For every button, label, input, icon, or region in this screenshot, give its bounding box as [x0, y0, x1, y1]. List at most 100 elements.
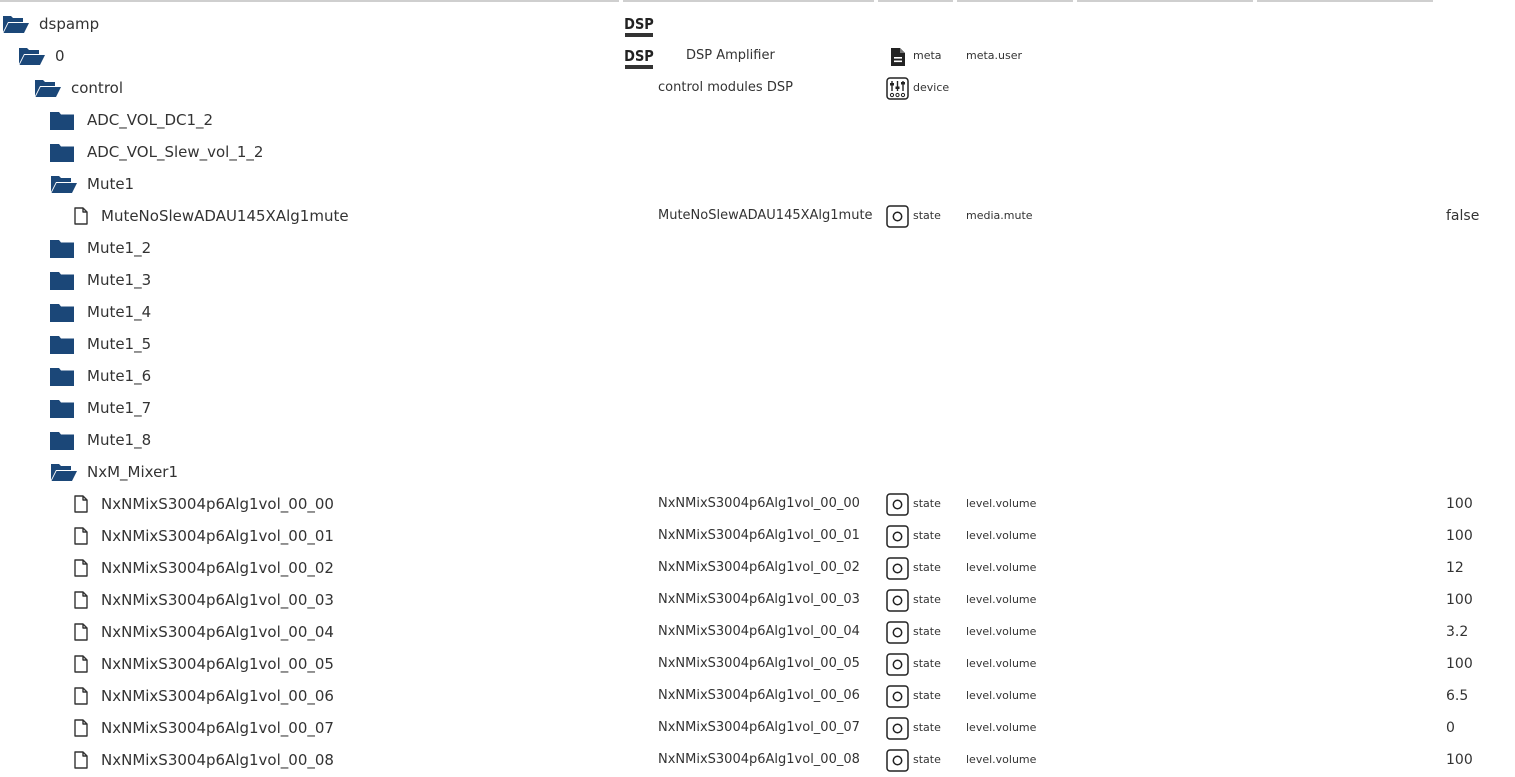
tree-row-state[interactable]: NxNMixS3004p6Alg1vol_00_03 NxNMixS3004p6A…	[0, 584, 1515, 616]
tree-label[interactable]: Mute1_5	[87, 328, 151, 360]
object-role: meta.user	[966, 49, 1023, 62]
file-icon[interactable]	[74, 200, 88, 232]
folder-open-icon[interactable]	[34, 72, 62, 104]
tree-row-folder[interactable]: Mute1	[0, 168, 1515, 200]
tree-row-folder[interactable]: Mute1_8	[0, 424, 1515, 456]
state-value[interactable]: 100	[1446, 488, 1473, 520]
tree-row-folder[interactable]: Mute1_7	[0, 392, 1515, 424]
tree-row-state[interactable]: NxNMixS3004p6Alg1vol_00_02 NxNMixS3004p6A…	[0, 552, 1515, 584]
folder-icon[interactable]	[50, 264, 74, 296]
file-icon[interactable]	[74, 616, 88, 648]
tree-label[interactable]: Mute1_7	[87, 392, 151, 424]
folder-open-icon[interactable]	[18, 40, 46, 72]
tree-row-folder[interactable]: 0 DSP DSP Amplifier meta meta.user	[0, 40, 1515, 72]
tree-label[interactable]: NxNMixS3004p6Alg1vol_00_02	[101, 552, 334, 584]
object-type: device	[913, 81, 950, 94]
tree-row-folder[interactable]: Mute1_5	[0, 328, 1515, 360]
object-role: level.volume	[966, 529, 1037, 542]
header-line-type	[878, 0, 953, 2]
file-icon[interactable]	[74, 712, 88, 744]
folder-icon[interactable]	[50, 392, 74, 424]
file-icon[interactable]	[74, 648, 88, 680]
tree-label[interactable]: NxNMixS3004p6Alg1vol_00_01	[101, 520, 334, 552]
tree-label[interactable]: NxNMixS3004p6Alg1vol_00_00	[101, 488, 334, 520]
header-line-name	[623, 0, 874, 2]
folder-icon[interactable]	[50, 328, 74, 360]
tree-row-state[interactable]: NxNMixS3004p6Alg1vol_00_07 NxNMixS3004p6A…	[0, 712, 1515, 744]
object-type: state	[913, 497, 941, 510]
folder-icon[interactable]	[50, 136, 74, 168]
folder-icon[interactable]	[50, 360, 74, 392]
tree-label[interactable]: Mute1_3	[87, 264, 151, 296]
state-value[interactable]: 100	[1446, 648, 1473, 680]
file-icon[interactable]	[74, 520, 88, 552]
tree-label[interactable]: Mute1_2	[87, 232, 151, 264]
tree-label[interactable]: NxNMixS3004p6Alg1vol_00_04	[101, 616, 334, 648]
object-type: state	[913, 689, 941, 702]
tree-row-state[interactable]: NxNMixS3004p6Alg1vol_00_06 NxNMixS3004p6A…	[0, 680, 1515, 712]
tree-label[interactable]: ADC_VOL_Slew_vol_1_2	[87, 136, 263, 168]
tree-row-folder[interactable]: control control modules DSP device	[0, 72, 1515, 104]
tree-label[interactable]: NxNMixS3004p6Alg1vol_00_07	[101, 712, 334, 744]
tree-row-folder[interactable]: Mute1_3	[0, 264, 1515, 296]
state-icon	[886, 685, 909, 708]
state-value[interactable]: 100	[1446, 520, 1473, 552]
state-value[interactable]: 0	[1446, 712, 1455, 744]
tree-label[interactable]: NxNMixS3004p6Alg1vol_00_08	[101, 744, 334, 776]
tree-row-state[interactable]: NxNMixS3004p6Alg1vol_00_05 NxNMixS3004p6A…	[0, 648, 1515, 680]
folder-open-icon[interactable]	[50, 456, 78, 488]
tree-row-folder[interactable]: Mute1_6	[0, 360, 1515, 392]
tree-row-folder[interactable]: ADC_VOL_Slew_vol_1_2	[0, 136, 1515, 168]
state-value[interactable]: 100	[1446, 744, 1473, 776]
folder-icon[interactable]	[50, 232, 74, 264]
tree-label[interactable]: dspamp	[39, 8, 99, 40]
tree-row-folder[interactable]: Mute1_4	[0, 296, 1515, 328]
tree-label[interactable]: NxM_Mixer1	[87, 456, 178, 488]
folder-icon[interactable]	[50, 424, 74, 456]
tree-row-folder[interactable]: Mute1_2	[0, 232, 1515, 264]
tree-label[interactable]: Mute1	[87, 168, 134, 200]
tree-label[interactable]: ADC_VOL_DC1_2	[87, 104, 213, 136]
tree-row-state[interactable]: NxNMixS3004p6Alg1vol_00_04 NxNMixS3004p6A…	[0, 616, 1515, 648]
tree-label[interactable]: NxNMixS3004p6Alg1vol_00_06	[101, 680, 334, 712]
svg-text:DSP: DSP	[624, 16, 654, 33]
tree-label[interactable]: NxNMixS3004p6Alg1vol_00_03	[101, 584, 334, 616]
file-icon[interactable]	[74, 552, 88, 584]
tree-label[interactable]: 0	[55, 40, 65, 72]
state-icon	[886, 525, 909, 548]
file-icon[interactable]	[74, 680, 88, 712]
tree-row-state[interactable]: NxNMixS3004p6Alg1vol_00_00 NxNMixS3004p6A…	[0, 488, 1515, 520]
tree-row-state[interactable]: NxNMixS3004p6Alg1vol_00_01 NxNMixS3004p6A…	[0, 520, 1515, 552]
tree-label[interactable]: NxNMixS3004p6Alg1vol_00_05	[101, 648, 334, 680]
document-icon	[886, 45, 909, 68]
folder-open-icon[interactable]	[2, 8, 30, 40]
state-value[interactable]: false	[1446, 200, 1479, 232]
file-icon[interactable]	[74, 744, 88, 776]
tree-row-folder[interactable]: ADC_VOL_DC1_2	[0, 104, 1515, 136]
tree-label[interactable]: MuteNoSlewADAU145XAlg1mute	[101, 200, 349, 232]
tree-label[interactable]: Mute1_8	[87, 424, 151, 456]
tree-row-folder[interactable]: dspamp DSP	[0, 8, 1515, 40]
state-value[interactable]: 12	[1446, 552, 1464, 584]
file-icon[interactable]	[74, 488, 88, 520]
tree-row-state[interactable]: NxNMixS3004p6Alg1vol_00_08 NxNMixS3004p6A…	[0, 744, 1515, 776]
folder-icon[interactable]	[50, 104, 74, 136]
folder-icon[interactable]	[50, 296, 74, 328]
state-value[interactable]: 6.5	[1446, 680, 1468, 712]
folder-open-icon[interactable]	[50, 168, 78, 200]
object-role: level.volume	[966, 625, 1037, 638]
device-icon	[886, 77, 909, 100]
tree-row-folder[interactable]: NxM_Mixer1	[0, 456, 1515, 488]
object-name: control modules DSP	[658, 80, 793, 95]
state-value[interactable]: 100	[1446, 584, 1473, 616]
state-icon	[886, 493, 909, 516]
tree-row-state[interactable]: MuteNoSlewADAU145XAlg1mute MuteNoSlewADAU…	[0, 200, 1515, 232]
tree-label[interactable]: Mute1_4	[87, 296, 151, 328]
object-name: NxNMixS3004p6Alg1vol_00_04	[658, 624, 860, 639]
object-type: state	[913, 753, 941, 766]
state-value[interactable]: 3.2	[1446, 616, 1468, 648]
object-type: state	[913, 529, 941, 542]
file-icon[interactable]	[74, 584, 88, 616]
tree-label[interactable]: Mute1_6	[87, 360, 151, 392]
tree-label[interactable]: control	[71, 72, 123, 104]
